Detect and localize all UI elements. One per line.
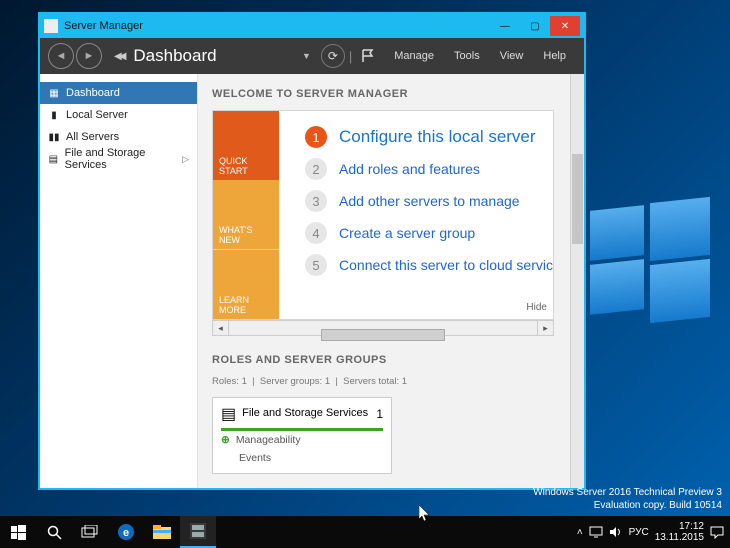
sidebar-item-label: All Servers (66, 131, 119, 143)
step-number: 4 (305, 222, 327, 244)
tray-action-center-icon[interactable] (710, 526, 724, 539)
minimize-button[interactable]: — (490, 16, 520, 36)
scroll-thumb[interactable] (321, 329, 444, 341)
tile-label: WHAT'S NEW (219, 225, 273, 245)
welcome-heading: WELCOME TO SERVER MANAGER (212, 88, 584, 100)
sidebar-item-label: Local Server (66, 109, 128, 121)
desktop-watermark: Windows Server 2016 Technical Preview 3 … (533, 486, 722, 512)
server-icon: ▮ (48, 109, 60, 121)
close-button[interactable]: ✕ (550, 16, 580, 36)
nav-back-button[interactable]: ◄ (48, 43, 74, 69)
tray-clock[interactable]: 17:12 13.11.2015 (655, 521, 704, 543)
step-number: 1 (305, 126, 327, 148)
taskbar: e ˄ РУС 17:12 13.11.2015 (0, 516, 730, 548)
role-row-manageability[interactable]: ⊕ Manageability (221, 431, 383, 449)
servers-icon: ▮▮ (48, 131, 60, 143)
step-label: Add other servers to manage (339, 193, 520, 209)
role-card-count: 1 (376, 407, 383, 421)
storage-icon: ▤ (48, 153, 59, 165)
tray-network-icon[interactable] (589, 526, 603, 538)
role-row-label: Events (239, 452, 271, 464)
welcome-panel: QUICK START WHAT'S NEW LEARN MORE 1 Conf… (212, 110, 554, 320)
step-label: Configure this local server (339, 127, 536, 147)
vertical-scrollbar[interactable] (570, 74, 584, 488)
roles-subheading: Roles: 1 | Server groups: 1 | Servers to… (212, 376, 584, 387)
scroll-right-button[interactable]: ▸ (537, 321, 553, 335)
server-manager-window: Server Manager — ▢ ✕ ◄ ► ◀◀ Dashboard ▼ … (38, 12, 586, 490)
tile-label: QUICK START (219, 156, 273, 176)
role-row-events[interactable]: Events (221, 449, 383, 467)
app-icon (44, 19, 58, 33)
scroll-left-button[interactable]: ◂ (213, 321, 229, 335)
window-title: Server Manager (64, 20, 143, 32)
dashboard-icon: ▦ (48, 87, 60, 99)
step-add-servers[interactable]: 3 Add other servers to manage (305, 185, 553, 217)
step-number: 5 (305, 254, 327, 276)
cursor-icon (419, 505, 431, 523)
main-content: WELCOME TO SERVER MANAGER QUICK START WH… (198, 74, 584, 488)
toolbar: ◄ ► ◀◀ Dashboard ▼ ⟳ | Manage Tools View… (40, 38, 584, 74)
role-row-label: Manageability (236, 434, 301, 446)
sidebar: ▦ Dashboard ▮ Local Server ▮▮ All Server… (40, 74, 198, 488)
role-card-file-storage[interactable]: ▤ File and Storage Services 1 ⊕ Manageab… (212, 397, 392, 474)
taskbar-server-manager[interactable] (180, 516, 216, 548)
chevron-right-icon: ▷ (182, 154, 189, 165)
menu-manage[interactable]: Manage (384, 50, 444, 62)
maximize-button[interactable]: ▢ (520, 16, 550, 36)
tile-quick-start[interactable]: QUICK START (213, 111, 279, 180)
sidebar-item-all-servers[interactable]: ▮▮ All Servers (40, 126, 197, 148)
search-button[interactable] (36, 516, 72, 548)
step-configure-local-server[interactable]: 1 Configure this local server (305, 121, 553, 153)
step-number: 2 (305, 158, 327, 180)
hide-link[interactable]: Hide (526, 302, 547, 313)
step-label: Add roles and features (339, 161, 480, 177)
menu-tools[interactable]: Tools (444, 50, 490, 62)
role-card-title: File and Storage Services (242, 407, 370, 420)
storage-icon: ▤ (221, 404, 236, 424)
svg-text:e: e (123, 527, 129, 539)
start-button[interactable] (0, 516, 36, 548)
notifications-flag-icon[interactable] (360, 46, 376, 66)
up-arrow-icon: ⊕ (221, 434, 230, 446)
breadcrumb-chevrons-icon: ◀◀ (114, 51, 123, 62)
step-create-group[interactable]: 4 Create a server group (305, 217, 553, 249)
sidebar-item-dashboard[interactable]: ▦ Dashboard (40, 82, 197, 104)
taskbar-edge[interactable]: e (108, 516, 144, 548)
step-number: 3 (305, 190, 327, 212)
menu-view[interactable]: View (490, 50, 534, 62)
tray-language[interactable]: РУС (629, 527, 649, 538)
menu-help[interactable]: Help (533, 50, 576, 62)
tile-label: LEARN MORE (219, 295, 273, 315)
breadcrumb-current: Dashboard (133, 46, 216, 66)
sidebar-item-local-server[interactable]: ▮ Local Server (40, 104, 197, 126)
titlebar[interactable]: Server Manager — ▢ ✕ (40, 14, 584, 38)
task-view-button[interactable] (72, 516, 108, 548)
roles-heading: ROLES AND SERVER GROUPS (212, 354, 584, 366)
tile-learn-more[interactable]: LEARN MORE (213, 249, 279, 319)
sidebar-item-file-storage[interactable]: ▤ File and Storage Services ▷ (40, 148, 197, 170)
scroll-thumb[interactable] (572, 154, 583, 244)
nav-forward-button[interactable]: ► (76, 43, 102, 69)
step-connect-cloud[interactable]: 5 Connect this server to cloud servic (305, 249, 553, 281)
windows-logo-wallpaper (590, 200, 710, 320)
taskbar-explorer[interactable] (144, 516, 180, 548)
step-add-roles[interactable]: 2 Add roles and features (305, 153, 553, 185)
tray-chevron-icon[interactable]: ˄ (577, 527, 583, 538)
sidebar-item-label: Dashboard (66, 87, 120, 99)
step-label: Create a server group (339, 225, 475, 241)
step-label: Connect this server to cloud servic (339, 257, 553, 273)
sidebar-item-label: File and Storage Services (65, 147, 176, 171)
tray-volume-icon[interactable] (609, 526, 623, 538)
horizontal-scrollbar[interactable]: ◂ ▸ (212, 320, 554, 336)
tile-whats-new[interactable]: WHAT'S NEW (213, 180, 279, 249)
breadcrumb-dropdown[interactable]: ▼ (296, 51, 317, 61)
refresh-button[interactable]: ⟳ (321, 44, 345, 68)
